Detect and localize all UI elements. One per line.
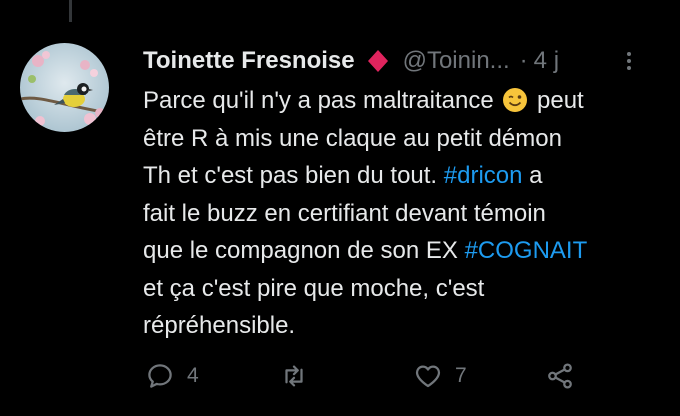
author-name[interactable]: Toinette Fresnoise bbox=[143, 47, 355, 75]
author-handle[interactable]: @Toinin... bbox=[403, 47, 510, 75]
retweet-button[interactable] bbox=[279, 356, 321, 396]
more-options-icon[interactable] bbox=[619, 44, 639, 78]
like-button[interactable]: 7 bbox=[413, 356, 467, 396]
like-count: 7 bbox=[455, 364, 467, 387]
tweet-text: Parce qu'il n'y a pas maltraitance peut … bbox=[143, 87, 588, 339]
heart-icon bbox=[415, 365, 441, 388]
reply-count: 4 bbox=[187, 364, 199, 387]
reply-icon bbox=[148, 364, 172, 388]
tweet-actions: 4 7 bbox=[143, 356, 603, 396]
red-diamond-icon bbox=[365, 48, 391, 74]
share-button[interactable] bbox=[545, 356, 575, 396]
retweet-icon bbox=[285, 365, 303, 387]
share-icon bbox=[548, 363, 572, 389]
winking-face-emoji-icon bbox=[502, 87, 528, 113]
avatar[interactable] bbox=[20, 43, 109, 132]
tweet-header: Toinette Fresnoise @Toinin... · 4 j bbox=[143, 44, 663, 78]
hashtag-link-dricon[interactable]: #dricon bbox=[444, 162, 523, 189]
separator-dot: · bbox=[519, 47, 528, 74]
tweet-timestamp[interactable]: 4 j bbox=[534, 47, 559, 75]
avatar-bird-image bbox=[20, 43, 109, 132]
hashtag-link-cognait[interactable]: #COGNAIT bbox=[465, 237, 588, 264]
reply-button[interactable]: 4 bbox=[145, 356, 199, 396]
thread-connector-line bbox=[69, 0, 72, 22]
